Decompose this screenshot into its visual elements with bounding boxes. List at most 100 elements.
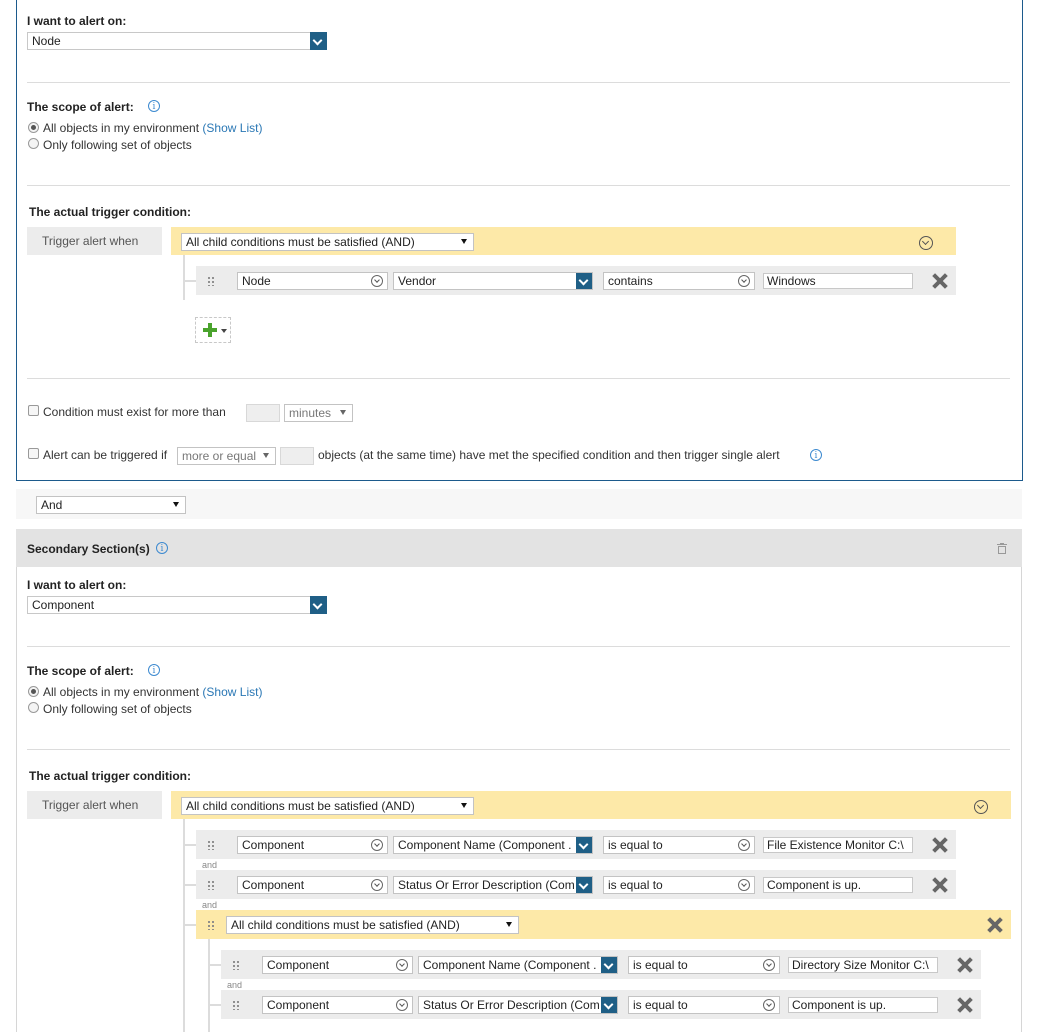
condition-field-select[interactable]: Vendor <box>393 272 593 290</box>
alert-on-select[interactable]: Component <box>27 596 327 614</box>
exist-minutes-input[interactable] <box>246 404 280 422</box>
info-icon[interactable]: i <box>156 542 168 554</box>
scope-label: The scope of alert: <box>27 100 134 114</box>
condition-value-input[interactable]: File Existence Monitor C:\ <box>763 837 913 853</box>
condition-operator-select[interactable]: is equal to <box>603 876 755 894</box>
trigger-alert-when: Trigger alert when <box>27 227 162 255</box>
drag-handle-icon[interactable] <box>207 920 215 930</box>
scope-all-radio[interactable] <box>28 686 39 697</box>
add-condition-button[interactable] <box>195 317 231 343</box>
condition-field-select[interactable]: Component Name (Component . <box>418 956 618 974</box>
info-icon[interactable]: i <box>148 664 160 676</box>
condition-operator-select[interactable]: is equal to <box>628 956 780 974</box>
group-select[interactable]: All child conditions must be satisfied (… <box>181 797 474 815</box>
delete-icon[interactable] <box>957 997 973 1013</box>
chevron-down-icon <box>576 273 592 289</box>
condition-operator-select[interactable]: contains <box>603 272 755 290</box>
scope-only-radio[interactable] <box>28 138 39 149</box>
nested-group-select[interactable]: All child conditions must be satisfied (… <box>226 916 519 934</box>
collapse-icon[interactable] <box>974 800 988 814</box>
drag-handle-icon[interactable] <box>232 1000 240 1010</box>
condition-field-value: Component Name (Component . <box>423 958 597 972</box>
condition-value-input[interactable]: Directory Size Monitor C:\ <box>788 957 938 973</box>
chevron-down-icon <box>310 596 327 614</box>
chevron-down-icon <box>371 275 383 287</box>
tree-branch <box>183 844 196 846</box>
divider <box>27 646 1010 647</box>
trigger-alert-when: Trigger alert when <box>27 791 162 819</box>
alert-if-count-input[interactable] <box>280 447 314 465</box>
drag-handle-icon[interactable] <box>207 276 215 286</box>
scope-only-label: Only following set of objects <box>43 138 192 152</box>
condition-operator-select[interactable]: is equal to <box>628 996 780 1014</box>
alert-on-label: I want to alert on: <box>27 578 127 592</box>
chevron-down-icon <box>601 997 617 1013</box>
scope-only-radio[interactable] <box>28 702 39 713</box>
caret-down-icon <box>461 803 467 808</box>
tree-line <box>208 939 210 1032</box>
exist-label: Condition must exist for more than <box>43 405 226 419</box>
show-list-link[interactable]: (Show List) <box>202 121 262 135</box>
condition-field-value: Vendor <box>398 274 437 288</box>
drag-handle-icon[interactable] <box>207 880 215 890</box>
alert-if-value: more or equal <box>182 449 257 463</box>
alert-on-label: I want to alert on: <box>27 14 127 28</box>
delete-icon[interactable] <box>987 917 1003 933</box>
chevron-down-icon <box>763 999 775 1011</box>
show-list-link[interactable]: (Show List) <box>202 685 262 699</box>
alert-on-select[interactable]: Node <box>27 32 327 50</box>
group-select[interactable]: All child conditions must be satisfied (… <box>181 233 474 251</box>
info-icon[interactable]: i <box>810 449 822 461</box>
delete-icon[interactable] <box>932 837 948 853</box>
join-select[interactable]: And <box>36 496 186 514</box>
exist-checkbox[interactable] <box>28 405 39 416</box>
condition-operator-value: is equal to <box>633 958 688 972</box>
condition-operator-value: is equal to <box>633 998 688 1012</box>
condition-object-select[interactable]: Component <box>262 996 413 1014</box>
alert-if-select[interactable]: more or equal <box>177 447 276 465</box>
condition-object-value: Component <box>242 878 305 892</box>
exist-unit-select[interactable]: minutes <box>284 404 353 422</box>
condition-object-select[interactable]: Component <box>237 876 388 894</box>
scope-all-radio[interactable] <box>28 122 39 133</box>
chevron-down-icon <box>371 879 383 891</box>
collapse-icon[interactable] <box>919 236 933 250</box>
divider <box>27 378 1010 379</box>
alert-if-label: Alert can be triggered if <box>43 448 168 462</box>
condition-value-input[interactable]: Windows <box>763 273 913 289</box>
delete-icon[interactable] <box>932 273 948 289</box>
condition-value-input[interactable]: Component is up. <box>763 877 913 893</box>
condition-object-value: Component <box>267 998 330 1012</box>
condition-value-input[interactable]: Component is up. <box>788 997 938 1013</box>
trash-icon[interactable] <box>997 543 1007 554</box>
nested-group-select-value: All child conditions must be satisfied (… <box>231 918 460 932</box>
caret-down-icon <box>173 502 179 507</box>
delete-icon[interactable] <box>957 957 973 973</box>
delete-icon[interactable] <box>932 877 948 893</box>
tree-branch <box>183 884 196 886</box>
drag-handle-icon[interactable] <box>232 960 240 970</box>
caret-down-icon <box>263 453 269 458</box>
condition-object-select[interactable]: Node <box>237 272 388 290</box>
condition-field-select[interactable]: Status Or Error Description (Com <box>393 876 593 894</box>
chevron-down-icon <box>763 959 775 971</box>
alert-if-checkbox[interactable] <box>28 448 39 459</box>
chevron-down-icon <box>738 275 750 287</box>
group-select-value: All child conditions must be satisfied (… <box>186 799 415 813</box>
plus-icon <box>203 323 217 337</box>
condition-field-select[interactable]: Status Or Error Description (Com <box>418 996 618 1014</box>
condition-object-select[interactable]: Component <box>262 956 413 974</box>
chevron-down-icon <box>601 957 617 973</box>
drag-handle-icon[interactable] <box>207 840 215 850</box>
condition-field-select[interactable]: Component Name (Component . <box>393 836 593 854</box>
tree-line <box>183 255 185 300</box>
tree-branch <box>183 924 196 926</box>
scope-all-text: All objects in my environment <box>43 685 200 699</box>
condition-operator-select[interactable]: is equal to <box>603 836 755 854</box>
info-icon[interactable]: i <box>148 100 160 112</box>
chevron-down-icon <box>396 959 408 971</box>
condition-field-value: Status Or Error Description (Com <box>398 878 575 892</box>
condition-object-select[interactable]: Component <box>237 836 388 854</box>
chevron-down-icon <box>576 837 592 853</box>
divider <box>27 749 1010 750</box>
